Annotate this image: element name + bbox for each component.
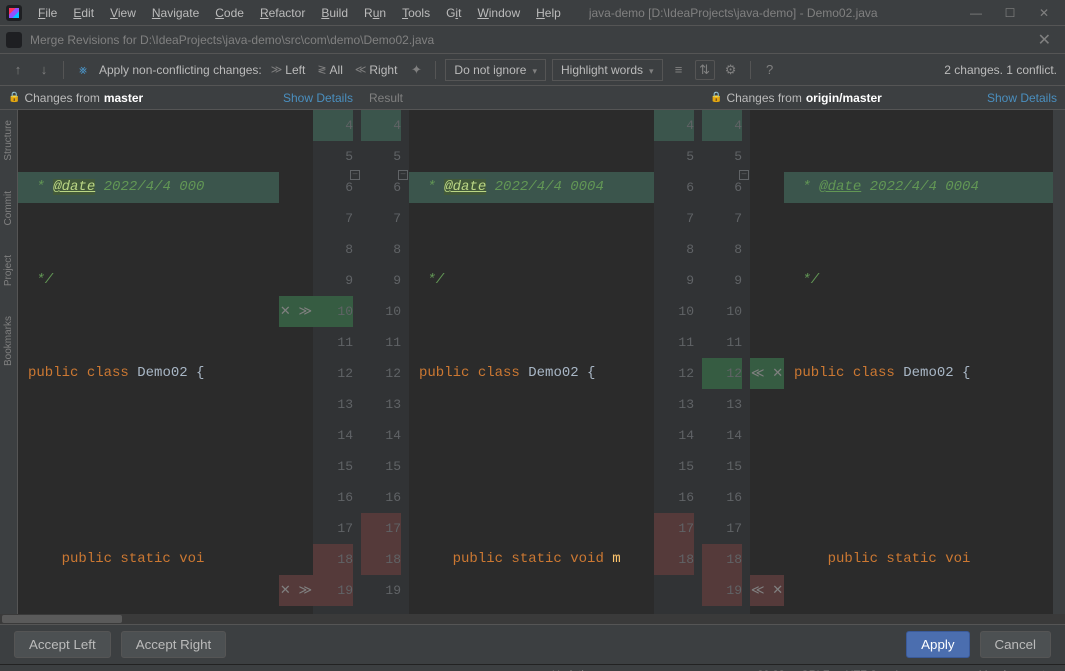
right-code[interactable]: * @date 2022/4/4 0004 */ public class De… xyxy=(784,110,1053,614)
collapse-icon[interactable]: ≡ xyxy=(669,60,689,80)
tab-title: Merge Revisions for D:\IdeaProjects\java… xyxy=(30,33,1030,47)
reject-apply-left[interactable]: ✕ ≫ xyxy=(279,296,313,327)
left-gutter: 4567891011121314151617181920 xyxy=(313,110,361,614)
mid-code[interactable]: * @date 2022/4/4 0004 */ public class De… xyxy=(409,110,654,614)
apply-nonconflicting-label: Apply non-conflicting changes: xyxy=(99,63,262,77)
pane-headers: 🔒 Changes from master Show Details Resul… xyxy=(0,86,1065,110)
arrow-up-icon[interactable]: ↑ xyxy=(8,60,28,80)
right-branch: origin/master xyxy=(806,91,882,105)
editor-tab-bar: Merge Revisions for D:\IdeaProjects\java… xyxy=(0,26,1065,54)
right-gutter-stripe xyxy=(1053,110,1065,614)
lock-icon: 🔒 xyxy=(710,92,722,103)
menu-build[interactable]: Build xyxy=(313,2,356,24)
arrow-down-icon[interactable]: ↓ xyxy=(34,60,54,80)
side-tab-structure[interactable]: Structure xyxy=(3,120,14,161)
tab-close-icon[interactable]: ✕ xyxy=(1030,26,1059,54)
side-tab-commit[interactable]: Commit xyxy=(3,191,14,225)
left-header-label: Changes from xyxy=(24,91,99,105)
dialog-button-bar: Accept Left Accept Right Apply Cancel xyxy=(0,624,1065,664)
right-show-details[interactable]: Show Details xyxy=(987,91,1057,105)
separator xyxy=(435,61,436,79)
chevrons-right-icon: ≪ xyxy=(355,63,367,76)
right-actions-gutter: ≪ ✕ ≪ ✕ xyxy=(750,110,784,614)
left-branch: master xyxy=(104,91,143,105)
tab-icon xyxy=(6,32,22,48)
separator xyxy=(63,61,64,79)
menu-view[interactable]: View xyxy=(102,2,144,24)
menu-refactor[interactable]: Refactor xyxy=(252,2,313,24)
reject-apply-left[interactable]: ✕ ≫ xyxy=(279,575,313,606)
lock-icon: 🔒 xyxy=(8,92,20,103)
gear-icon[interactable]: ⚙ xyxy=(721,60,741,80)
chevrons-both-icon: ≷ xyxy=(317,63,326,76)
mid-pane-header: Result xyxy=(361,86,702,109)
apply-all-button[interactable]: ≷All xyxy=(314,61,346,79)
apply-right-button[interactable]: ≪Right xyxy=(352,61,401,79)
merge-toolbar: ↑ ↓ ⨳ Apply non-conflicting changes: ≫Le… xyxy=(0,54,1065,86)
accept-right-button[interactable]: Accept Right xyxy=(121,631,227,658)
scrollbar-thumb[interactable] xyxy=(2,615,122,623)
window-close-icon[interactable]: ✕ xyxy=(1027,2,1061,24)
accept-left-button[interactable]: Accept Left xyxy=(14,631,111,658)
menu-edit[interactable]: Edit xyxy=(65,2,102,24)
chevrons-left-icon: ≫ xyxy=(271,63,283,76)
window-maximize-icon[interactable]: ☐ xyxy=(993,2,1027,24)
ignore-dropdown[interactable]: Do not ignore xyxy=(445,59,546,81)
diff-pane-result[interactable]: 4567891011121314151617181920 * @date 202… xyxy=(361,110,702,614)
menu-run[interactable]: Run xyxy=(356,2,394,24)
chevron-down-icon xyxy=(649,63,654,77)
left-pane-header: 🔒 Changes from master Show Details xyxy=(0,86,361,109)
left-code[interactable]: * @date 2022/4/4 000 */ public class Dem… xyxy=(18,110,279,614)
menu-file[interactable]: File xyxy=(30,2,65,24)
app-logo-icon xyxy=(6,5,22,21)
mid-header-label: Result xyxy=(369,91,403,105)
merge-status: 2 changes. 1 conflict. xyxy=(944,63,1057,77)
menu-navigate[interactable]: Navigate xyxy=(144,2,207,24)
side-tab-bookmarks[interactable]: Bookmarks xyxy=(3,316,14,366)
horizontal-scrollbar[interactable] xyxy=(0,614,1065,624)
menu-bar: File Edit View Navigate Code Refactor Bu… xyxy=(0,0,1065,26)
diff-pane-left[interactable]: * @date 2022/4/4 000 */ public class Dem… xyxy=(18,110,361,614)
right-gutter: 4567891011121314151617181920 xyxy=(702,110,750,614)
mid-right-gutter: 456789101112131415161718 xyxy=(654,110,702,614)
apply-reject-right[interactable]: ≪ ✕ xyxy=(750,575,784,606)
side-tab-project[interactable]: Project xyxy=(3,255,14,286)
menu-help[interactable]: Help xyxy=(528,2,569,24)
highlight-dropdown[interactable]: Highlight words xyxy=(552,59,663,81)
help-icon[interactable]: ? xyxy=(760,60,780,80)
left-show-details[interactable]: Show Details xyxy=(283,91,353,105)
diff-pane-right[interactable]: 4567891011121314151617181920 ≪ ✕ ≪ ✕ * @… xyxy=(702,110,1053,614)
magic-resolve-icon[interactable]: ⨳ xyxy=(73,60,93,80)
wand-icon[interactable]: ✦ xyxy=(406,60,426,80)
window-minimize-icon[interactable]: — xyxy=(959,2,993,24)
apply-button[interactable]: Apply xyxy=(906,631,969,658)
right-header-label: Changes from xyxy=(726,91,801,105)
left-actions-gutter: ✕ ≫ ✕ ≫ xyxy=(279,110,313,614)
left-tool-window-stripe[interactable]: Structure Commit Project Bookmarks xyxy=(0,110,18,614)
status-bar: Updating... 20:33 CRLF UTF-8 4 spaces ⚠ … xyxy=(0,664,1065,671)
right-pane-header: 🔒 Changes from origin/master Show Detail… xyxy=(702,86,1065,109)
mid-left-gutter: 4567891011121314151617181920 xyxy=(361,110,409,614)
fold-icon[interactable]: — xyxy=(739,170,749,180)
menu-tools[interactable]: Tools xyxy=(394,2,438,24)
separator xyxy=(750,61,751,79)
apply-reject-right[interactable]: ≪ ✕ xyxy=(750,358,784,389)
menu-window[interactable]: Window xyxy=(469,2,528,24)
sync-scroll-icon[interactable]: ⇅ xyxy=(695,60,715,80)
fold-icon[interactable]: — xyxy=(398,170,408,180)
cancel-button[interactable]: Cancel xyxy=(980,631,1052,658)
chevron-down-icon xyxy=(532,63,537,77)
apply-left-button[interactable]: ≫Left xyxy=(268,61,309,79)
window-title: java-demo [D:\IdeaProjects\java-demo] - … xyxy=(589,6,959,20)
menu-code[interactable]: Code xyxy=(207,2,252,24)
menu-git[interactable]: Git xyxy=(438,2,469,24)
diff-body: Structure Commit Project Bookmarks * @da… xyxy=(0,110,1065,614)
fold-icon[interactable]: — xyxy=(350,170,360,180)
